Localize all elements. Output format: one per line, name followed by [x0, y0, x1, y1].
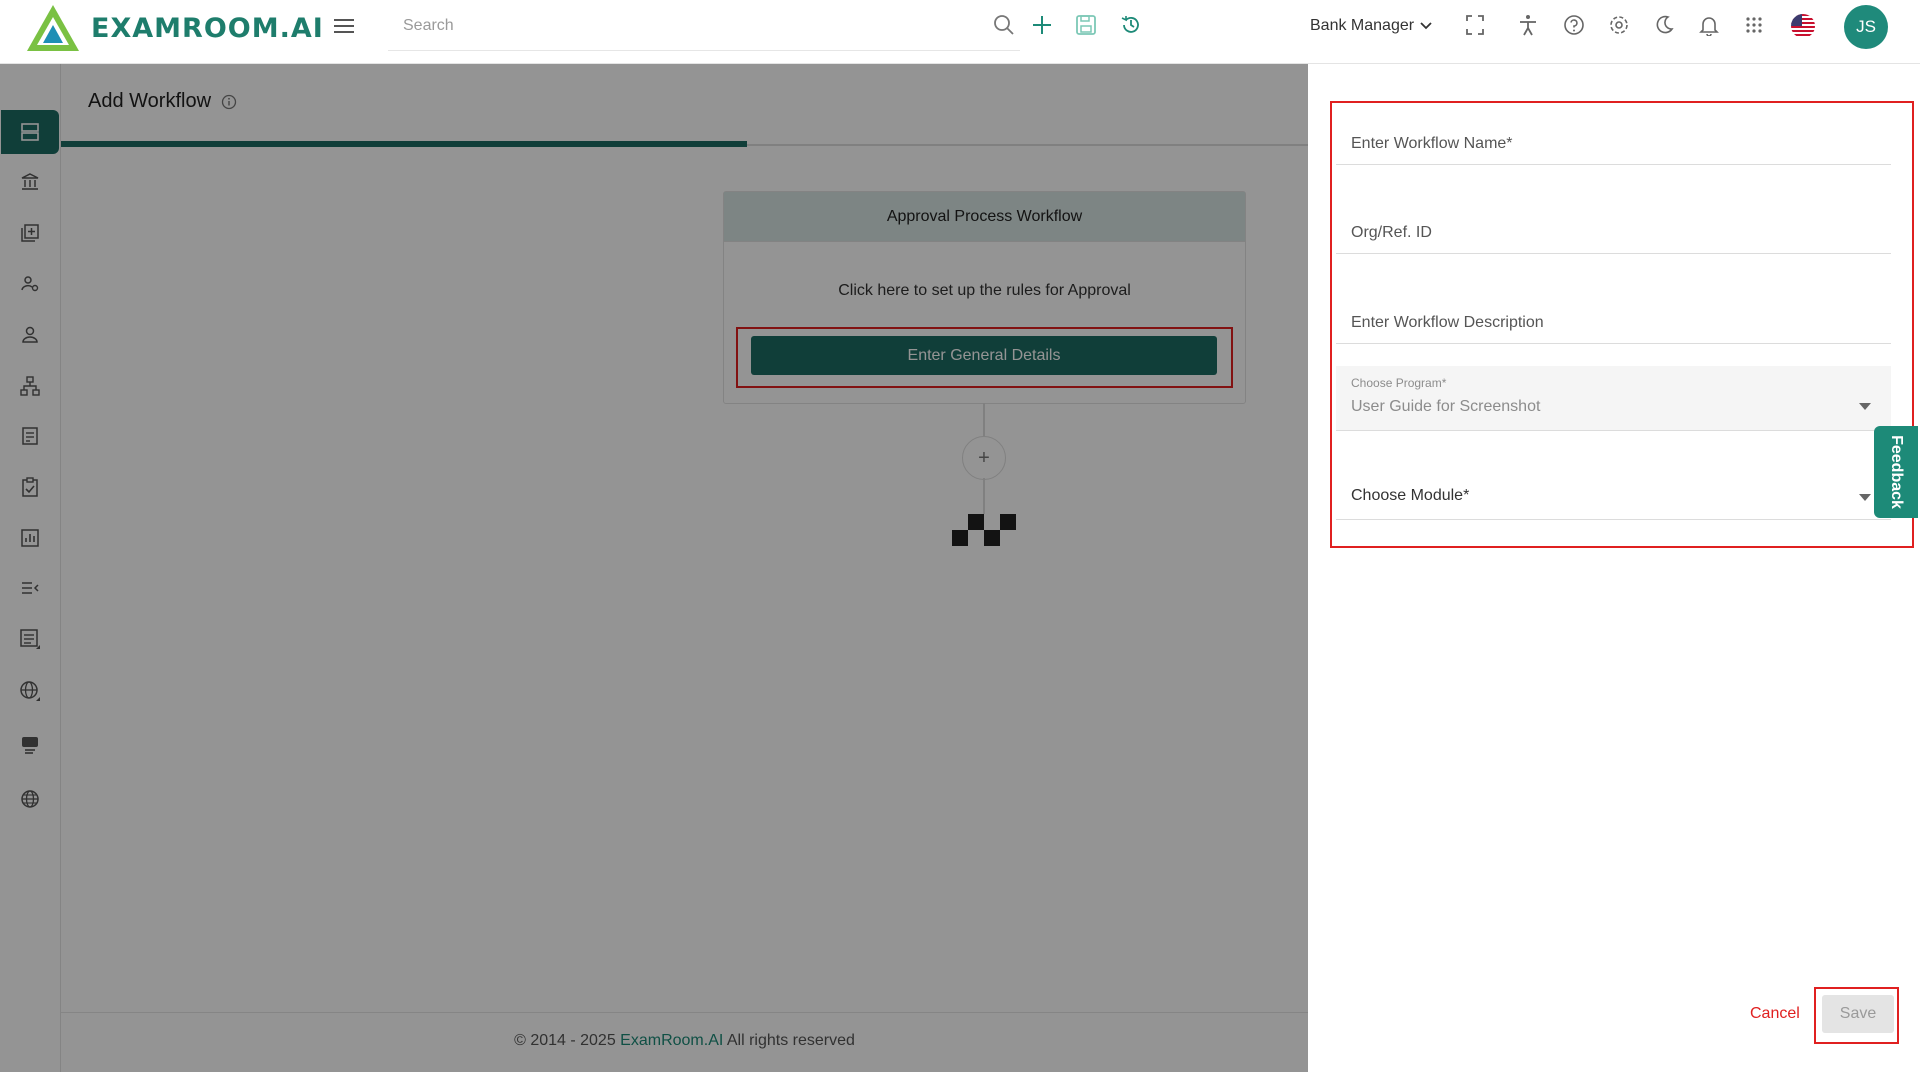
help-icon[interactable]: [1563, 14, 1585, 36]
user-avatar[interactable]: JS: [1844, 5, 1888, 49]
program-select[interactable]: Choose Program* User Guide for Screensho…: [1336, 366, 1891, 431]
save-button[interactable]: Save: [1822, 995, 1894, 1033]
module-select-placeholder: Choose Module*: [1351, 487, 1470, 504]
save-icon[interactable]: [1075, 14, 1097, 36]
org-ref-input[interactable]: [1336, 218, 1891, 248]
examroom-logo[interactable]: EXAMROOM.AI: [27, 5, 324, 51]
search-icon[interactable]: [993, 14, 1015, 36]
top-header: EXAMROOM.AI Bank Manager: [0, 0, 1920, 64]
org-ref-field: [1336, 209, 1891, 254]
apps-grid-icon[interactable]: [1744, 14, 1764, 36]
us-flag-icon[interactable]: [1790, 13, 1816, 39]
add-icon[interactable]: [1032, 14, 1052, 36]
avatar-initials: JS: [1856, 17, 1876, 36]
cancel-button[interactable]: Cancel: [1750, 1005, 1800, 1023]
fullscreen-icon[interactable]: [1465, 14, 1485, 36]
role-selector[interactable]: Bank Manager: [1310, 17, 1432, 35]
workflow-details-panel: Choose Program* User Guide for Screensho…: [1308, 63, 1920, 1072]
caret-down-icon: [1859, 494, 1871, 501]
caret-down-icon: [1859, 403, 1871, 410]
workflow-name-field: [1336, 120, 1891, 165]
workflow-name-input[interactable]: [1336, 129, 1891, 159]
workflow-description-input[interactable]: [1336, 308, 1891, 338]
dark-mode-moon-icon[interactable]: [1653, 14, 1675, 36]
feedback-tab[interactable]: Feedback: [1874, 426, 1918, 518]
feedback-label: Feedback: [1888, 435, 1905, 509]
program-select-label: Choose Program*: [1351, 376, 1447, 390]
hamburger-menu-icon[interactable]: [334, 18, 354, 34]
program-select-value: User Guide for Screenshot: [1351, 398, 1541, 415]
role-label: Bank Manager: [1310, 17, 1415, 34]
logo-text: EXAMROOM.AI: [91, 12, 324, 44]
workflow-description-field: [1336, 299, 1891, 344]
modal-backdrop[interactable]: [0, 63, 1308, 1072]
chevron-down-icon: [1420, 22, 1432, 30]
accessibility-icon[interactable]: [1518, 14, 1538, 36]
notification-bell-icon[interactable]: [1698, 14, 1720, 36]
search-bar: [388, 8, 1020, 51]
history-icon[interactable]: [1120, 14, 1142, 36]
search-input[interactable]: [388, 8, 1020, 44]
module-select[interactable]: Choose Module*: [1336, 479, 1891, 520]
logo-mark-icon: [27, 5, 79, 51]
settings-gear-icon[interactable]: [1608, 14, 1630, 36]
